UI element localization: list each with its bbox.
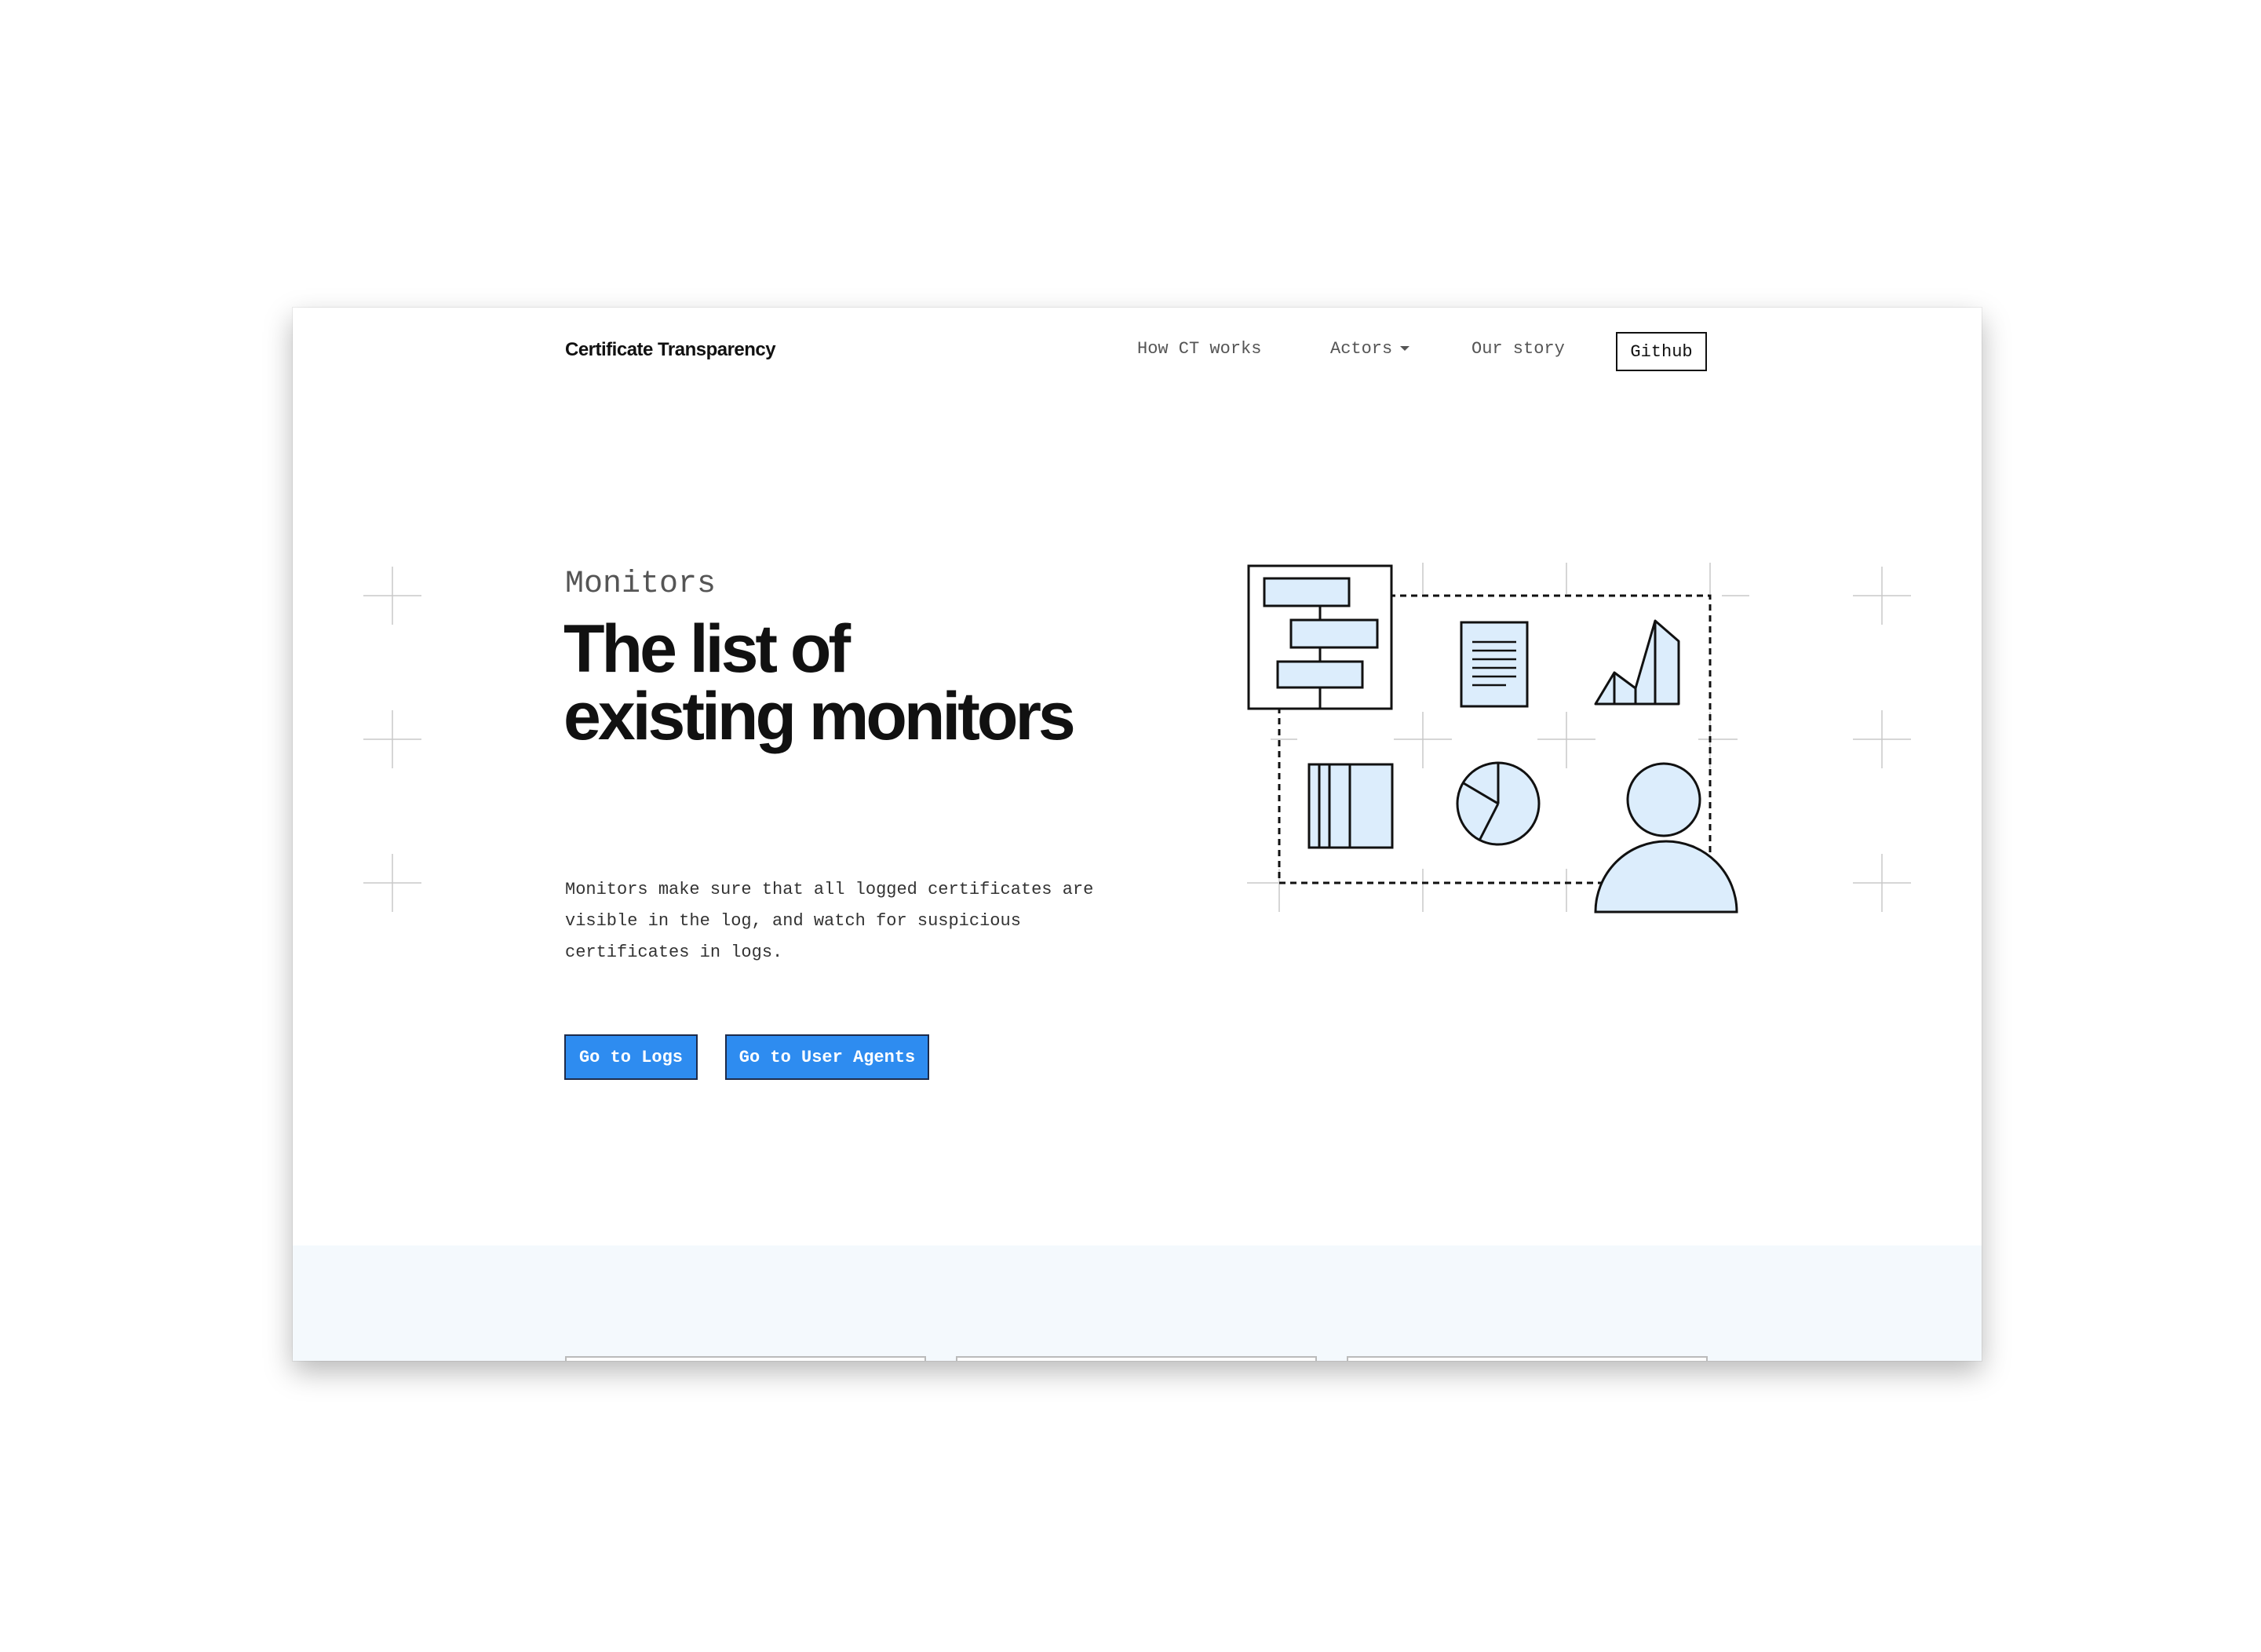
page-title: The list of existing monitors [563,615,1160,750]
card[interactable] [1347,1356,1708,1361]
card[interactable] [956,1356,1317,1361]
user-avatar-icon [1594,762,1738,914]
page-title-line-2: existing monitors [563,679,1076,754]
card[interactable] [565,1356,926,1361]
page-title-line-1: The list of [563,611,851,687]
monitors-illustration [1247,563,1749,914]
hero-description: Monitors make sure that all logged certi… [565,880,1094,962]
flowchart-icon [1247,564,1393,710]
columns-table-icon [1307,763,1394,849]
document-icon [1460,621,1529,708]
go-to-user-agents-button[interactable]: Go to User Agents [725,1034,929,1080]
pie-chart-icon [1456,761,1541,846]
content-band [293,1245,1982,1361]
area-chart-icon [1594,619,1680,706]
section-eyebrow: Monitors [565,567,717,602]
browser-window: Certificate Transparency How CT works Ac… [293,308,1982,1361]
go-to-logs-button[interactable]: Go to Logs [564,1034,698,1080]
